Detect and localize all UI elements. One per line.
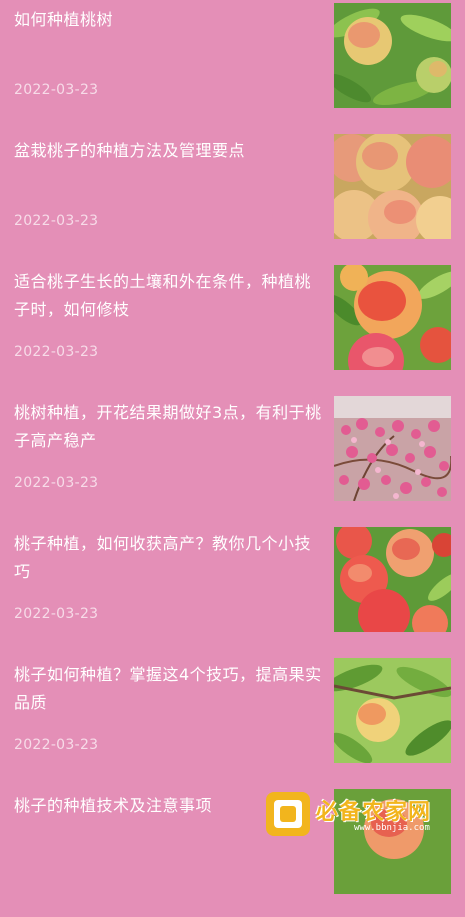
article-date: 2022-03-23 — [14, 475, 99, 491]
watermark-text: 必备农家网 — [316, 800, 432, 825]
article-list: 如何种植桃树 2022-03-23 盆栽桃子的种植方法及管理要点 2022-03… — [0, 0, 465, 917]
article-item[interactable]: 桃树种植，开花结果期做好3点，有利于桃子高产稳产 2022-03-23 — [0, 393, 465, 524]
article-thumbnail[interactable] — [334, 396, 451, 501]
article-date: 2022-03-23 — [14, 344, 99, 360]
article-date: 2022-03-23 — [14, 82, 99, 98]
peach-blossom-photo — [334, 396, 451, 501]
article-date: 2022-03-23 — [14, 213, 99, 229]
article-title[interactable]: 如何种植桃树 — [14, 6, 324, 34]
article-title[interactable]: 盆栽桃子的种植方法及管理要点 — [14, 137, 324, 165]
article-item[interactable]: 适合桃子生长的土壤和外在条件，种植桃子时，如何修枝 2022-03-23 — [0, 262, 465, 393]
article-title[interactable]: 桃子种植，如何收获高产？教你几个小技巧 — [14, 530, 324, 586]
article-thumbnail[interactable] — [334, 527, 451, 632]
article-title[interactable]: 桃树种植，开花结果期做好3点，有利于桃子高产稳产 — [14, 399, 324, 455]
site-watermark: 必备农家网 www.bbnjia.com — [266, 790, 465, 839]
peach-cluster-photo — [334, 527, 451, 632]
peach-tree-photo — [334, 3, 451, 108]
article-item[interactable]: 桃子种植，如何收获高产？教你几个小技巧 2022-03-23 — [0, 524, 465, 655]
watermark-url: www.bbnjia.com — [354, 823, 430, 833]
red-peaches-photo — [334, 265, 451, 370]
article-thumbnail[interactable] — [334, 658, 451, 763]
article-title[interactable]: 适合桃子生长的土壤和外在条件，种植桃子时，如何修枝 — [14, 268, 324, 324]
article-thumbnail[interactable] — [334, 3, 451, 108]
article-title[interactable]: 桃子如何种植？掌握这4个技巧，提高果实品质 — [14, 661, 324, 717]
peaches-pile-photo — [334, 134, 451, 239]
article-item[interactable]: 盆栽桃子的种植方法及管理要点 2022-03-23 — [0, 131, 465, 262]
article-date: 2022-03-23 — [14, 737, 99, 753]
article-thumbnail[interactable] — [334, 265, 451, 370]
article-thumbnail[interactable] — [334, 134, 451, 239]
article-item[interactable]: 桃子如何种植？掌握这4个技巧，提高果实品质 2022-03-23 — [0, 655, 465, 786]
article-date: 2022-03-23 — [14, 606, 99, 622]
site-logo-icon — [266, 792, 310, 836]
article-item[interactable]: 如何种植桃树 2022-03-23 — [0, 0, 465, 131]
peach-on-branch-photo — [334, 658, 451, 763]
